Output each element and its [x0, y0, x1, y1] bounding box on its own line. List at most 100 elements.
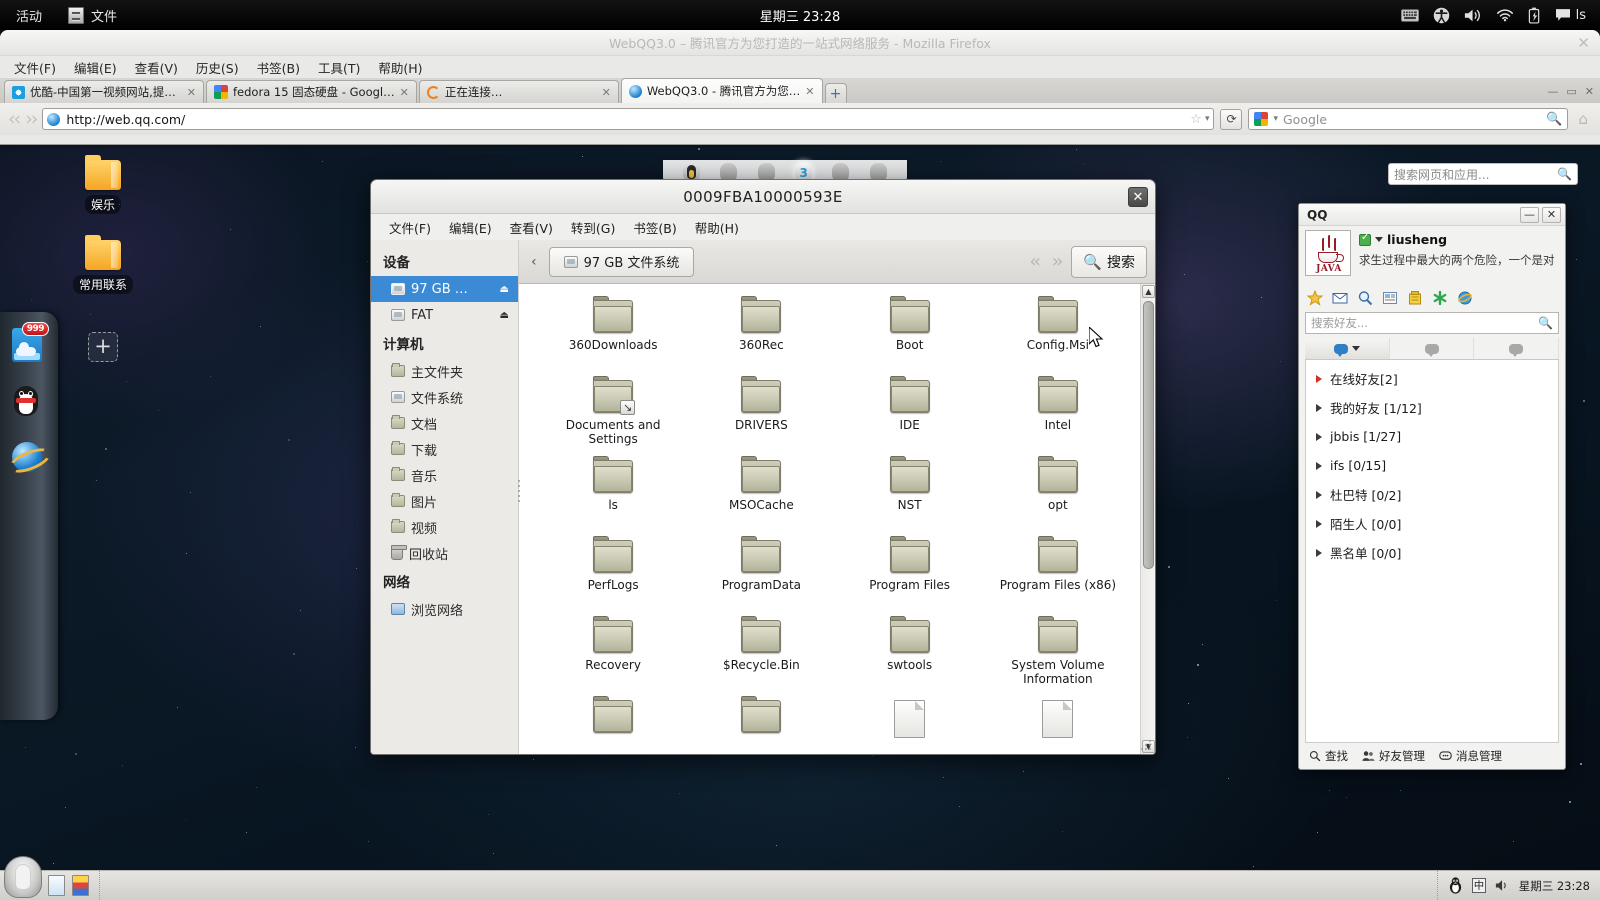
file-item[interactable]: MSOCache: [687, 456, 835, 538]
minimize-button[interactable]: —: [1547, 85, 1558, 98]
expand-arrow-icon[interactable]: [1316, 548, 1322, 557]
expand-arrow-icon[interactable]: [1316, 461, 1322, 470]
menu-file[interactable]: 文件(F): [6, 56, 64, 79]
menu-tools[interactable]: 工具(T): [310, 56, 368, 79]
expand-arrow-icon[interactable]: [1316, 432, 1322, 441]
tab-contacts[interactable]: [1305, 338, 1390, 359]
search-icon[interactable]: 🔍: [1557, 167, 1572, 181]
file-item[interactable]: Config.Msi: [984, 296, 1132, 378]
new-tab-button[interactable]: +: [824, 83, 847, 103]
image-viewer-icon[interactable]: [72, 875, 89, 896]
tab-close-icon[interactable]: ✕: [602, 86, 611, 99]
sidebar-item-pictures[interactable]: 图片: [371, 488, 518, 514]
news-icon[interactable]: [1382, 290, 1398, 306]
breadcrumb-97gb[interactable]: 97 GB 文件系统: [548, 246, 695, 277]
buddy-group[interactable]: jbbis [1/27]: [1306, 422, 1558, 451]
history-back-icon[interactable]: ‹‹: [1027, 251, 1041, 272]
app-icon[interactable]: [1432, 290, 1448, 306]
browser-icon[interactable]: [1457, 290, 1473, 306]
file-item[interactable]: 360Rec: [687, 296, 835, 378]
message-manage-button[interactable]: 消息管理: [1439, 748, 1502, 764]
menu-history[interactable]: 历史(S): [188, 56, 247, 79]
sidebar-item-documents[interactable]: 文档: [371, 410, 518, 436]
close-icon[interactable]: ✕: [1542, 206, 1561, 223]
back-icon[interactable]: ‹‹: [8, 108, 21, 130]
search-bar[interactable]: ▾ Google 🔍: [1248, 108, 1569, 130]
dock-item-weather[interactable]: 999: [12, 322, 49, 362]
buddy-group[interactable]: 黑名单 [0/0]: [1306, 538, 1558, 567]
search-icon[interactable]: [1357, 290, 1373, 306]
dock-item-browser[interactable]: [12, 442, 46, 476]
file-item[interactable]: System Volume Information: [984, 616, 1132, 698]
star-icon[interactable]: [1307, 290, 1323, 306]
tab-close-icon[interactable]: ✕: [187, 86, 196, 99]
resize-grip[interactable]: [1141, 740, 1153, 752]
path-back-icon[interactable]: ‹: [527, 254, 541, 270]
nt-menu-edit[interactable]: 编辑(E): [441, 216, 500, 239]
scrollbar-thumb[interactable]: [1143, 301, 1154, 569]
sidebar-item-filesystem[interactable]: 文件系统: [371, 384, 518, 410]
file-item[interactable]: [687, 696, 835, 754]
file-item[interactable]: NST: [836, 456, 984, 538]
file-item[interactable]: IDE: [836, 376, 984, 458]
file-item[interactable]: $Recycle.Bin: [687, 616, 835, 698]
sidebar-item-browse-network[interactable]: 浏览网络: [371, 596, 518, 622]
search-icon[interactable]: 🔍: [1546, 112, 1562, 127]
buddy-search-input[interactable]: 搜索好友... 🔍: [1305, 312, 1559, 334]
file-item[interactable]: 360Downloads: [539, 296, 687, 378]
menu-edit[interactable]: 编辑(E): [66, 56, 125, 79]
find-button[interactable]: 查找: [1309, 748, 1348, 764]
add-tile-button[interactable]: +: [88, 332, 118, 362]
close-icon[interactable]: ✕: [1577, 34, 1590, 52]
window-close-button[interactable]: ✕: [1585, 85, 1594, 98]
buddy-list[interactable]: 在线好友[2] 我的好友 [1/12] jbbis [1/27] ifs [0/…: [1305, 360, 1559, 743]
file-view[interactable]: 360Downloads 360Rec Boot Config.Msi ↘ Do…: [519, 284, 1155, 754]
reload-button[interactable]: ⟳: [1220, 108, 1243, 130]
sidebar-item-music[interactable]: 音乐: [371, 462, 518, 488]
left-dock[interactable]: 999: [0, 312, 58, 720]
file-item[interactable]: Intel: [984, 376, 1132, 458]
sidebar-item-videos[interactable]: 视频: [371, 514, 518, 540]
maximize-button[interactable]: ▭: [1566, 85, 1576, 98]
battery-icon[interactable]: [1528, 7, 1541, 24]
home-icon[interactable]: ⌂: [1574, 110, 1592, 128]
search-icon[interactable]: 🔍: [1538, 316, 1553, 330]
tab-close-icon[interactable]: ✕: [400, 86, 409, 99]
expand-arrow-icon[interactable]: [1316, 519, 1322, 528]
bookmark-star-icon[interactable]: ☆: [1190, 112, 1202, 127]
status-online-icon[interactable]: [1359, 232, 1371, 246]
tab-close-icon[interactable]: ✕: [805, 85, 814, 98]
mail-icon[interactable]: [1332, 290, 1348, 306]
tab-recent[interactable]: [1474, 338, 1560, 359]
file-item[interactable]: opt: [984, 456, 1132, 538]
avatar[interactable]: JAVA: [1305, 230, 1351, 276]
file-item[interactable]: [836, 698, 984, 754]
keyboard-icon[interactable]: [1400, 8, 1419, 22]
scroll-up-icon[interactable]: ▲: [1142, 285, 1155, 298]
sidebar-item-downloads[interactable]: 下载: [371, 436, 518, 462]
tab-groups[interactable]: [1390, 338, 1475, 359]
desktop-icon-contacts[interactable]: 常用联系: [64, 235, 142, 294]
sidebar-item-trash[interactable]: 回收站: [371, 540, 518, 566]
sidebar-item-97gb[interactable]: 97 GB … ⏏: [371, 276, 518, 302]
nt-menu-view[interactable]: 查看(V): [502, 216, 561, 239]
text-editor-icon[interactable]: [48, 875, 65, 896]
vertical-scrollbar[interactable]: ▲ ▼: [1140, 284, 1155, 754]
file-item[interactable]: Program Files: [836, 536, 984, 618]
tux-icon[interactable]: [1448, 877, 1463, 894]
ibus-icon[interactable]: 中: [1471, 878, 1486, 893]
menu-view[interactable]: 查看(V): [127, 56, 186, 79]
nt-menu-bookmarks[interactable]: 书签(B): [625, 216, 684, 239]
forward-icon[interactable]: ››: [25, 108, 38, 130]
start-button[interactable]: [4, 856, 42, 898]
nt-menu-file[interactable]: 文件(F): [381, 216, 439, 239]
chevron-down-icon[interactable]: ▾: [1273, 114, 1278, 124]
wallet-icon[interactable]: [1407, 290, 1423, 306]
file-item[interactable]: [539, 696, 687, 754]
file-item[interactable]: DRIVERS: [687, 376, 835, 458]
chevron-down-icon[interactable]: ▾: [1205, 114, 1210, 124]
file-item[interactable]: ProgramData: [687, 536, 835, 618]
file-item[interactable]: Boot: [836, 296, 984, 378]
browser-tab-connecting[interactable]: 正在连接… ✕: [418, 80, 619, 103]
sidebar-item-home[interactable]: 主文件夹: [371, 358, 518, 384]
